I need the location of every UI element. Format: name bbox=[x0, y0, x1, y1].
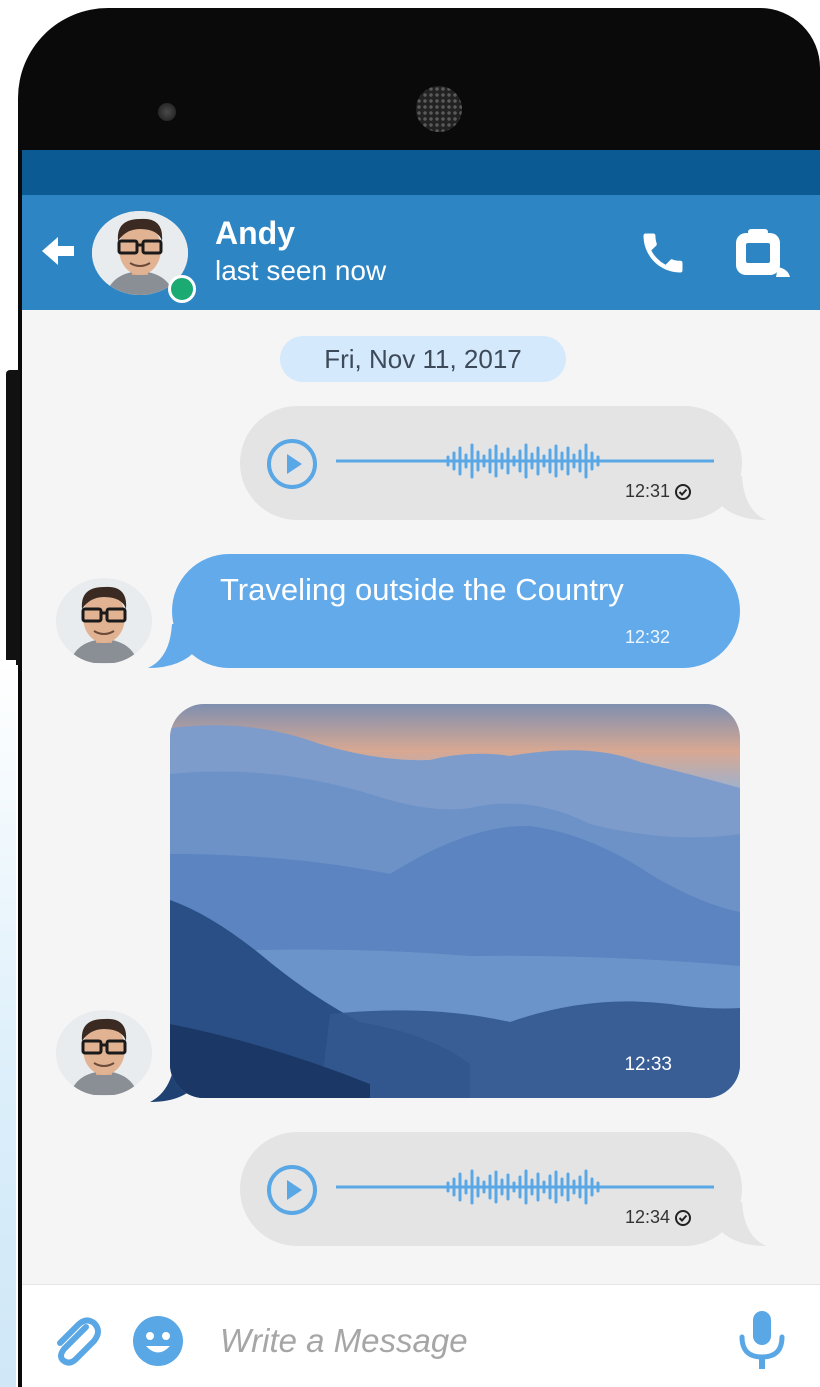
misty-mountains-photo bbox=[170, 704, 740, 1098]
play-button[interactable] bbox=[266, 438, 318, 490]
message-time: 12:32 bbox=[624, 627, 670, 647]
voice-message-outgoing: 12:31 bbox=[240, 406, 766, 520]
sender-avatar[interactable] bbox=[56, 1010, 152, 1096]
emoji-button[interactable] bbox=[132, 1315, 184, 1367]
avatar-image bbox=[56, 579, 152, 663]
message-time: 12:34 bbox=[625, 1207, 692, 1228]
delete-button[interactable] bbox=[730, 227, 790, 279]
voice-record-button[interactable] bbox=[734, 1309, 790, 1373]
play-button[interactable] bbox=[266, 1164, 318, 1216]
image-message-incoming[interactable]: 12:33 bbox=[170, 704, 740, 1098]
call-button[interactable] bbox=[637, 227, 689, 279]
message-time: 12:33 bbox=[624, 1054, 672, 1075]
audio-waveform[interactable] bbox=[336, 1162, 714, 1212]
arrow-left-icon bbox=[42, 237, 74, 265]
trash-icon bbox=[736, 229, 790, 277]
message-input[interactable] bbox=[220, 1315, 700, 1367]
side-button bbox=[6, 370, 20, 665]
smiley-icon bbox=[133, 1316, 183, 1366]
bubble-tail bbox=[148, 624, 198, 668]
check-circle-icon bbox=[675, 1209, 691, 1226]
play-icon bbox=[267, 439, 317, 489]
online-indicator bbox=[168, 275, 196, 303]
text-message-incoming[interactable]: Traveling outside the Country 12:32 bbox=[148, 554, 740, 668]
date-divider: Fri, Nov 11, 2017 bbox=[280, 336, 566, 382]
attach-button[interactable] bbox=[48, 1313, 104, 1369]
audio-waveform[interactable] bbox=[336, 436, 714, 486]
sender-avatar[interactable] bbox=[56, 578, 152, 664]
chat-header: Andy last seen now bbox=[22, 195, 820, 310]
bubble-tail bbox=[716, 1202, 766, 1246]
contact-status: last seen now bbox=[215, 255, 387, 286]
back-button[interactable] bbox=[38, 233, 78, 269]
phone-icon bbox=[643, 233, 683, 273]
earpiece-speaker bbox=[416, 86, 462, 132]
background-edge bbox=[0, 660, 16, 1387]
message-time: 12:31 bbox=[625, 481, 692, 502]
bubble-tail bbox=[716, 476, 766, 520]
time-label: 12:34 bbox=[624, 1207, 670, 1227]
message-text: Traveling outside the Country bbox=[220, 572, 624, 607]
contact-name: Andy bbox=[215, 215, 295, 251]
avatar-image bbox=[56, 1011, 152, 1095]
voice-message-outgoing: 12:34 bbox=[240, 1132, 766, 1246]
message-composer bbox=[22, 1284, 820, 1387]
time-label: 12:31 bbox=[624, 481, 670, 501]
paperclip-icon bbox=[57, 1317, 101, 1366]
check-circle-icon bbox=[675, 483, 691, 500]
play-icon bbox=[267, 1165, 317, 1215]
status-bar bbox=[22, 150, 820, 195]
chat-screen: Andy last seen now Fri, Nov 11, 2017 12:… bbox=[22, 150, 820, 1387]
microphone-icon bbox=[739, 1311, 785, 1369]
front-camera bbox=[158, 103, 176, 121]
